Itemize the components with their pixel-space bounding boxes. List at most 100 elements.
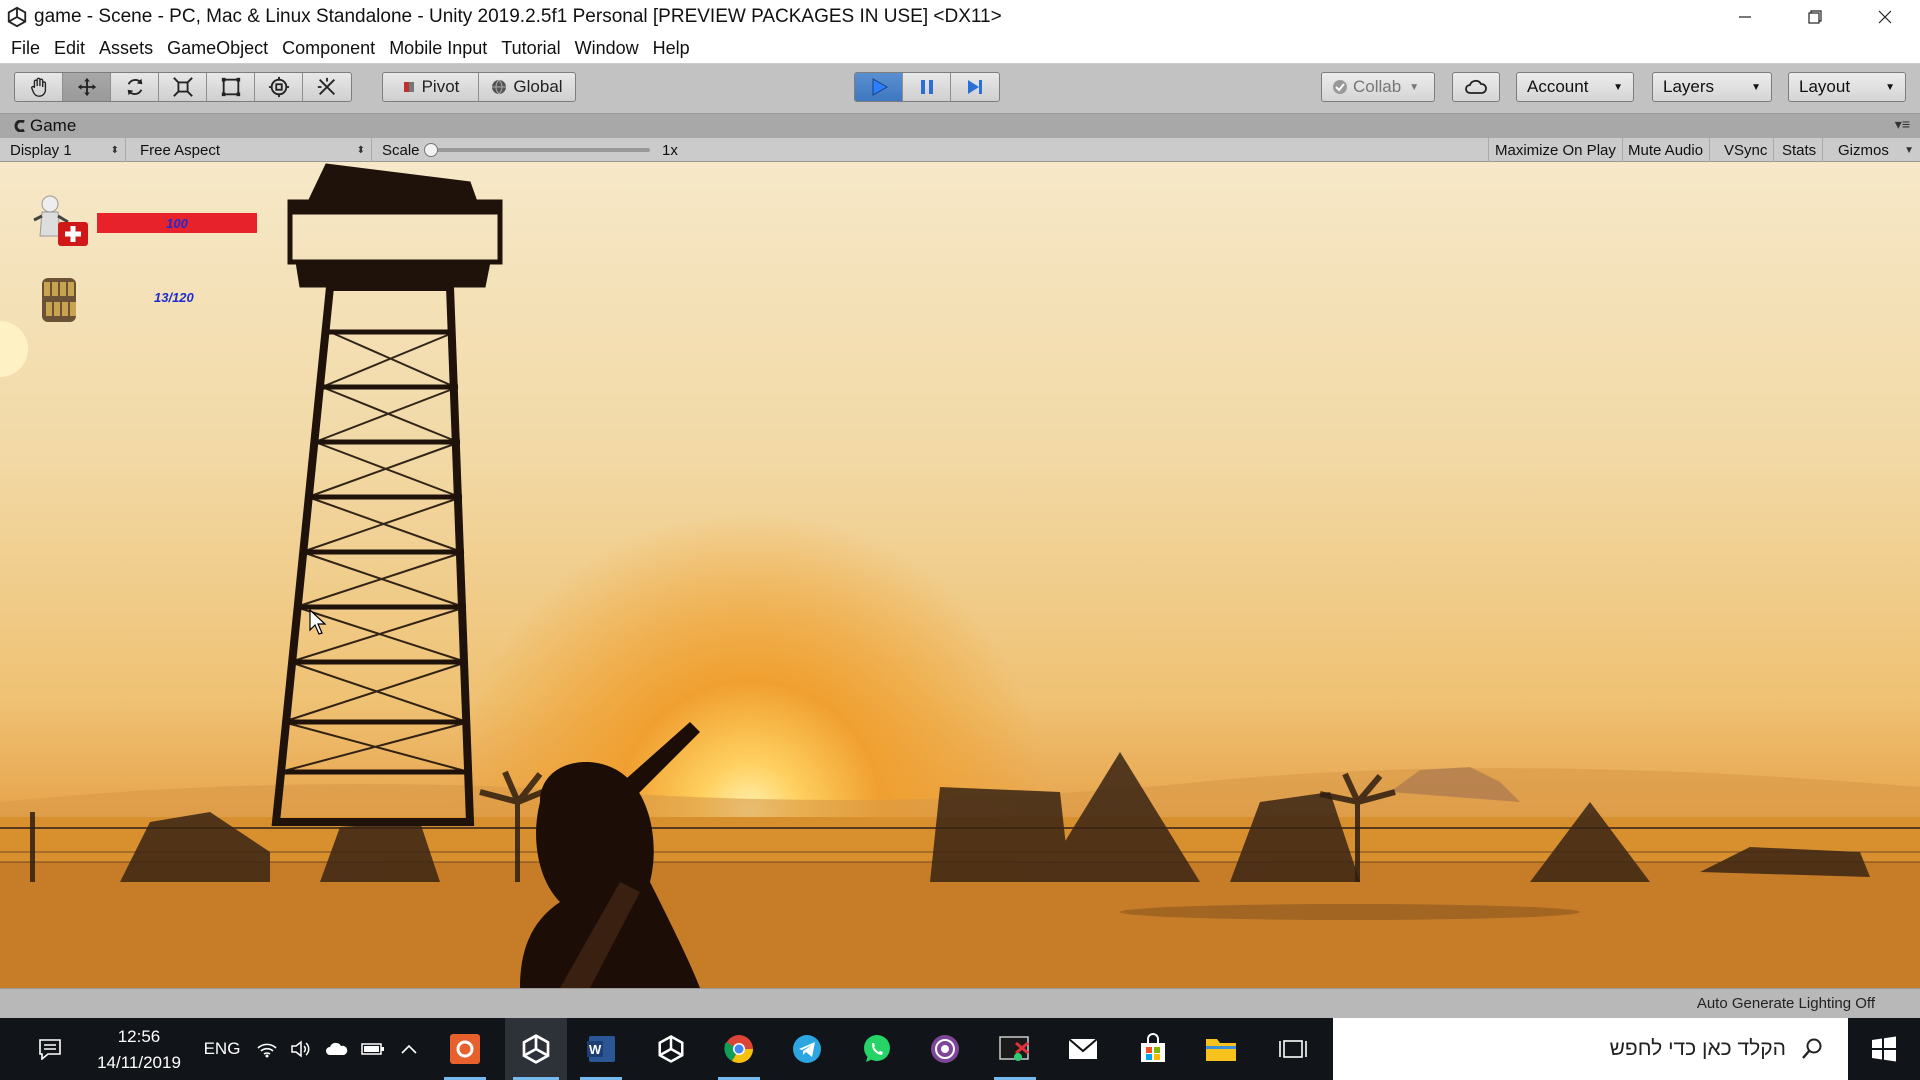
mouse-cursor-icon xyxy=(309,608,327,635)
battery-button[interactable] xyxy=(358,1018,388,1080)
cloud-button[interactable] xyxy=(1452,72,1500,102)
scale-tool-button[interactable] xyxy=(159,73,207,101)
chevron-down-icon: ▼ xyxy=(1751,81,1761,93)
start-button[interactable] xyxy=(1848,1018,1920,1080)
search-icon xyxy=(1802,1038,1822,1059)
menu-help[interactable]: Help xyxy=(646,38,697,59)
taskbar-app-telegram[interactable] xyxy=(778,1018,836,1080)
game-view-controls: Display 1 ⬍ Free Aspect ⬍ Scale 1x Maxim… xyxy=(0,138,1920,162)
wifi-icon xyxy=(257,1043,277,1058)
custom-tool-button[interactable] xyxy=(303,73,351,101)
tor-browser-icon xyxy=(931,1035,959,1063)
clock[interactable]: 12:56 14/11/2019 xyxy=(84,1024,194,1076)
global-button[interactable]: Global xyxy=(479,73,575,101)
aspect-dropdown[interactable]: Free Aspect ⬍ xyxy=(134,138,372,162)
playback-controls xyxy=(854,72,1000,102)
taskbar-app-file-explorer[interactable] xyxy=(1192,1018,1250,1080)
taskbar-app-unity-hub[interactable] xyxy=(642,1018,700,1080)
collab-dropdown[interactable]: Collab ▼ xyxy=(1321,72,1435,102)
scale-label: Scale xyxy=(382,141,420,159)
hand-tool-button[interactable] xyxy=(15,73,63,101)
unity-hub-icon xyxy=(658,1035,684,1063)
scale-slider-track[interactable] xyxy=(430,148,650,152)
windows-logo-icon xyxy=(1872,1036,1896,1062)
rect-tool-button[interactable] xyxy=(207,73,255,101)
menu-gameobject[interactable]: GameObject xyxy=(160,38,275,59)
taskbar-app-word[interactable]: W xyxy=(572,1018,630,1080)
menu-component[interactable]: Component xyxy=(275,38,382,59)
notification-icon xyxy=(39,1039,61,1060)
health-value: 100 xyxy=(166,215,188,231)
vsync-toggle[interactable]: VSync xyxy=(1718,138,1775,162)
menu-window[interactable]: Window xyxy=(568,38,646,59)
title-bar: game - Scene - PC, Mac & Linux Standalon… xyxy=(0,0,1920,34)
volume-button[interactable] xyxy=(286,1018,316,1080)
status-text: Auto Generate Lighting Off xyxy=(1696,995,1875,1012)
taskbar-app-whatsapp[interactable] xyxy=(848,1018,906,1080)
layout-dropdown[interactable]: Layout ▼ xyxy=(1788,72,1906,102)
store-icon xyxy=(1141,1033,1165,1062)
window-title: game - Scene - PC, Mac & Linux Standalon… xyxy=(34,6,1002,27)
pivot-button[interactable]: Pivot xyxy=(383,73,479,101)
collab-label: Collab xyxy=(1353,77,1402,96)
custom-tools-icon xyxy=(317,77,335,95)
menu-assets[interactable]: Assets xyxy=(92,38,160,59)
hand-icon xyxy=(30,77,46,97)
minimize-icon xyxy=(1739,16,1751,18)
unity-logo-icon xyxy=(7,6,27,28)
minimize-button[interactable] xyxy=(1710,0,1780,34)
folder-icon xyxy=(1206,1039,1236,1061)
menu-tutorial[interactable]: Tutorial xyxy=(494,38,567,59)
transform-tools xyxy=(14,72,352,102)
gizmos-dropdown[interactable]: Gizmos ▼ xyxy=(1832,138,1920,162)
game-viewport[interactable]: 100 13/120 xyxy=(0,162,1920,988)
tab-menu-icon[interactable]: ▾≡ xyxy=(1895,116,1910,133)
action-center-button[interactable] xyxy=(30,1018,70,1080)
display-dropdown[interactable]: Display 1 ⬍ xyxy=(4,138,126,162)
rotate-icon xyxy=(127,78,142,96)
stats-toggle[interactable]: Stats xyxy=(1776,138,1824,162)
menu-file[interactable]: File xyxy=(4,38,47,59)
pause-button[interactable] xyxy=(903,73,951,101)
chevron-down-icon: ▼ xyxy=(1885,81,1895,93)
scale-icon xyxy=(172,77,193,97)
cloud-icon xyxy=(1465,79,1487,94)
task-view-button[interactable] xyxy=(1264,1018,1322,1080)
menu-edit[interactable]: Edit xyxy=(47,38,92,59)
updown-arrow-icon: ⬍ xyxy=(356,144,365,156)
taskbar-app-mail[interactable] xyxy=(1054,1018,1112,1080)
scale-slider-thumb[interactable] xyxy=(424,143,438,157)
move-tool-button[interactable] xyxy=(63,73,111,101)
account-dropdown[interactable]: Account ▼ xyxy=(1516,72,1634,102)
chrome-icon xyxy=(724,1035,753,1063)
globe-icon xyxy=(492,79,507,95)
mute-audio-toggle[interactable]: Mute Audio xyxy=(1622,138,1711,162)
language-indicator[interactable]: ENG xyxy=(200,1018,244,1080)
taskbar-app-chrome[interactable] xyxy=(710,1018,768,1080)
display-label: Display 1 xyxy=(10,141,72,159)
step-button[interactable] xyxy=(951,73,999,101)
taskbar-app-screen-recorder[interactable] xyxy=(436,1018,494,1080)
play-button[interactable] xyxy=(855,73,903,101)
transform-tool-button[interactable] xyxy=(255,73,303,101)
menu-bar: File Edit Assets GameObject Component Mo… xyxy=(0,34,1920,64)
taskbar-app-store[interactable] xyxy=(1124,1018,1182,1080)
show-hidden-icons-button[interactable] xyxy=(394,1018,424,1080)
wifi-button[interactable] xyxy=(252,1018,282,1080)
taskbar-search-box[interactable]: הקלד כאן כדי לחפש xyxy=(1333,1018,1848,1080)
onedrive-button[interactable] xyxy=(322,1018,352,1080)
speaker-icon xyxy=(291,1040,310,1058)
taskbar-app-snipping-tool[interactable] xyxy=(986,1018,1044,1080)
layers-label: Layers xyxy=(1663,77,1715,96)
rotate-tool-button[interactable] xyxy=(111,73,159,101)
gizmos-label: Gizmos xyxy=(1838,141,1889,159)
taskbar-app-unity[interactable] xyxy=(505,1018,567,1080)
layers-dropdown[interactable]: Layers ▼ xyxy=(1652,72,1772,102)
chevron-down-icon: ▼ xyxy=(1904,144,1914,156)
taskbar-app-tor[interactable] xyxy=(916,1018,974,1080)
close-button[interactable] xyxy=(1850,0,1920,34)
restore-button[interactable] xyxy=(1780,0,1850,34)
menu-mobile-input[interactable]: Mobile Input xyxy=(382,38,494,59)
tab-game[interactable]: Game xyxy=(14,116,76,136)
maximize-on-play-toggle[interactable]: Maximize On Play xyxy=(1488,138,1623,162)
